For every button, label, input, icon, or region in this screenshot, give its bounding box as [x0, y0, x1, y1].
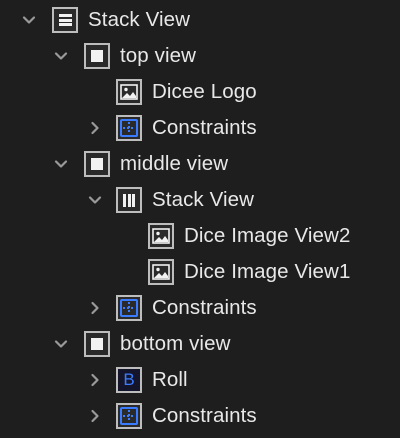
outline-item-label: Dice Image View2 [184, 224, 351, 247]
outline-item-label: Dicee Logo [152, 80, 257, 103]
outline-row-top-view[interactable]: top view [0, 38, 400, 74]
outline-item-label: Constraints [152, 296, 257, 319]
view-icon [84, 331, 110, 357]
image-view-icon [148, 223, 174, 249]
outline-item-label: Constraints [152, 404, 257, 427]
outline-row-dice-image-view1[interactable]: Dice Image View1 [0, 254, 400, 290]
view-icon [84, 151, 110, 177]
outline-row-constraints[interactable]: Constraints [0, 398, 400, 434]
constraints-icon [116, 115, 142, 141]
chevron-down-icon[interactable] [52, 155, 70, 173]
chevron-right-icon[interactable] [86, 119, 104, 137]
image-view-icon [148, 259, 174, 285]
button-icon: B [116, 367, 142, 393]
outline-item-label: bottom view [120, 332, 231, 355]
outline-row-constraints[interactable]: Constraints [0, 290, 400, 326]
outline-item-label: Constraints [152, 116, 257, 139]
outline-row-roll[interactable]: B Roll [0, 362, 400, 398]
document-outline: Stack View top view Dicee Logo Constrain… [0, 0, 400, 438]
horizontal-stack-view-icon [116, 187, 142, 213]
outline-item-label: Roll [152, 368, 188, 391]
chevron-down-icon[interactable] [52, 47, 70, 65]
outline-row-constraints[interactable]: Constraints [0, 110, 400, 146]
outline-row-stack-view[interactable]: Stack View [0, 2, 400, 38]
outline-item-label: middle view [120, 152, 229, 175]
chevron-down-icon[interactable] [52, 335, 70, 353]
vertical-stack-view-icon [52, 7, 78, 33]
outline-item-label: Stack View [152, 188, 255, 211]
view-icon [84, 43, 110, 69]
outline-row-stack-view-horizontal[interactable]: Stack View [0, 182, 400, 218]
outline-item-label: Dice Image View1 [184, 260, 351, 283]
chevron-down-icon[interactable] [86, 191, 104, 209]
outline-row-middle-view[interactable]: middle view [0, 146, 400, 182]
chevron-right-icon[interactable] [86, 299, 104, 317]
chevron-down-icon[interactable] [20, 11, 38, 29]
outline-row-bottom-view[interactable]: bottom view [0, 326, 400, 362]
chevron-right-icon[interactable] [86, 371, 104, 389]
chevron-right-icon[interactable] [86, 407, 104, 425]
constraints-icon [116, 295, 142, 321]
outline-item-label: top view [120, 44, 197, 67]
outline-item-label: Stack View [88, 8, 191, 31]
constraints-icon [116, 403, 142, 429]
outline-row-dicee-logo[interactable]: Dicee Logo [0, 74, 400, 110]
outline-row-dice-image-view2[interactable]: Dice Image View2 [0, 218, 400, 254]
image-view-icon [116, 79, 142, 105]
